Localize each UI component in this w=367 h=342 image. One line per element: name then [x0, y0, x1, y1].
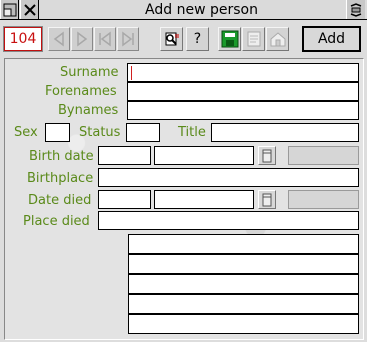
surname-label: Surname [60, 65, 119, 80]
forenames-field[interactable] [127, 82, 359, 101]
notes-line[interactable] [128, 294, 359, 314]
notes-line[interactable] [128, 234, 359, 254]
status-label: Status [79, 125, 121, 140]
help-button[interactable]: ? [186, 27, 209, 51]
find-person-button[interactable] [160, 27, 183, 51]
window-title: Add new person [145, 1, 258, 18]
birth-date-computed [288, 146, 359, 165]
birth-date-field[interactable] [154, 146, 254, 165]
previous-end-button[interactable] [94, 27, 116, 51]
edit-icon [247, 31, 260, 47]
close-button[interactable] [20, 0, 39, 19]
add-person-window: Add new person 104 ? Add Surname Forenam… [0, 0, 367, 342]
bynames-label: Bynames [58, 103, 119, 118]
save-button[interactable] [218, 27, 241, 51]
notes-line[interactable] [128, 254, 359, 274]
birth-date-day-field[interactable] [98, 146, 151, 165]
close-icon [23, 3, 36, 16]
toggle-size-icon [350, 2, 362, 17]
notes-line[interactable] [128, 274, 359, 294]
forenames-label: Forenames [45, 84, 117, 99]
status-field[interactable] [126, 123, 160, 142]
help-icon: ? [193, 31, 202, 47]
surname-field[interactable] [127, 63, 359, 82]
back-icon [3, 3, 16, 16]
notes-line[interactable] [128, 314, 359, 334]
title-field[interactable] [211, 123, 359, 142]
next-icon [77, 31, 88, 47]
birthplace-label: Birthplace [27, 171, 94, 186]
toggle-size-button[interactable] [346, 0, 365, 19]
toolbar: 104 ? Add [0, 21, 367, 58]
save-icon [221, 30, 238, 48]
last-button[interactable] [117, 27, 139, 51]
place-died-field[interactable] [98, 211, 359, 230]
date-died-calendar-button[interactable] [258, 190, 276, 209]
date-died-label: Date died [28, 193, 92, 208]
date-died-computed [288, 190, 359, 209]
back-button[interactable] [0, 0, 19, 19]
first-button[interactable] [48, 27, 70, 51]
place-died-label: Place died [23, 214, 90, 229]
calendar-icon [262, 193, 272, 206]
add-button[interactable]: Add [302, 26, 361, 52]
date-died-field[interactable] [154, 190, 254, 209]
title-label: Title [178, 125, 206, 140]
sex-field[interactable] [45, 123, 70, 142]
title-drag-area[interactable]: Add new person [40, 0, 345, 19]
find-person-icon [165, 32, 179, 46]
birthplace-field[interactable] [98, 168, 359, 187]
bynames-field[interactable] [127, 101, 359, 120]
next-button[interactable] [71, 27, 93, 51]
person-form: Surname Forenames Bynames Sex Status Tit… [4, 58, 364, 340]
first-icon [53, 31, 64, 47]
rewind-icon [99, 31, 111, 47]
text-caret [131, 66, 132, 80]
sex-label: Sex [14, 125, 38, 140]
birth-date-label: Birth date [29, 149, 94, 164]
edit-button[interactable] [242, 27, 265, 51]
calendar-icon [262, 149, 272, 162]
record-number[interactable]: 104 [3, 26, 43, 52]
birth-date-calendar-button[interactable] [258, 146, 276, 165]
date-died-day-field[interactable] [98, 190, 151, 209]
home-icon [270, 32, 285, 47]
home-button[interactable] [266, 27, 289, 51]
last-icon [122, 31, 134, 47]
title-bar: Add new person [0, 0, 367, 20]
